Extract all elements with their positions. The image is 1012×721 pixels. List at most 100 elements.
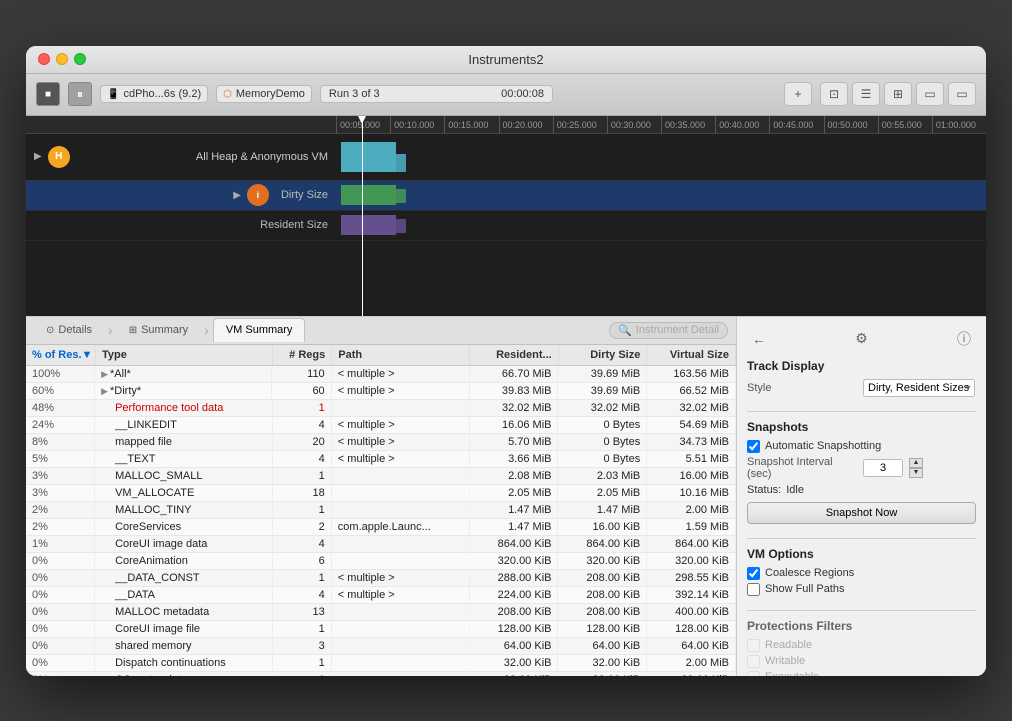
table-body: 100% ▶*All* 110 < multiple > 66.70 MiB 3… — [26, 366, 736, 676]
snapshot-now-button[interactable]: Snapshot Now — [747, 502, 976, 524]
td-resident: 2.05 MiB — [470, 485, 559, 501]
playhead[interactable] — [362, 116, 363, 316]
coalesce-row: Coalesce Regions — [747, 567, 976, 580]
traffic-lights — [38, 53, 86, 65]
search-box[interactable]: 🔍 Instrument Detail — [609, 322, 728, 339]
table-row[interactable]: 0% CG raster data 1 32.00 KiB 32.00 KiB … — [26, 672, 736, 676]
view-btn-4[interactable]: ▭ — [916, 82, 944, 106]
track-canvas-heap — [336, 134, 986, 180]
table-row[interactable]: 0% CoreAnimation 6 320.00 KiB 320.00 KiB… — [26, 553, 736, 570]
view-btn-2[interactable]: ☰ — [852, 82, 880, 106]
pause-button[interactable]: ⏸ — [68, 82, 92, 106]
td-virtual: 16.00 MiB — [647, 468, 736, 484]
td-type: MALLOC metadata — [95, 604, 272, 620]
ruler-mark: 00:25.000 — [553, 116, 607, 134]
divider-1 — [747, 411, 976, 412]
th-virtual[interactable]: Virtual Size — [647, 345, 736, 365]
add-instrument-button[interactable]: + — [784, 82, 812, 106]
track-expand-icon[interactable]: ▶ — [34, 151, 42, 162]
table-row[interactable]: 0% __DATA 4 < multiple > 224.00 KiB 208.… — [26, 587, 736, 604]
track-row-heap[interactable]: ▶ H All Heap & Anonymous VM — [26, 134, 986, 181]
table-row[interactable]: 1% CoreUI image data 4 864.00 KiB 864.00… — [26, 536, 736, 553]
minimize-button[interactable] — [56, 53, 68, 65]
data-table: % of Res.▼ Type # Regs Path Resident... … — [26, 345, 736, 676]
sidebar-icon-info[interactable]: ⓘ — [952, 327, 976, 351]
td-regs: 18 — [273, 485, 332, 501]
th-resident[interactable]: Resident... — [470, 345, 559, 365]
table-row[interactable]: 3% MALLOC_SMALL 1 2.08 MiB 2.03 MiB 16.0… — [26, 468, 736, 485]
table-row[interactable]: 0% __DATA_CONST 1 < multiple > 288.00 Ki… — [26, 570, 736, 587]
maximize-button[interactable] — [74, 53, 86, 65]
table-row[interactable]: 2% MALLOC_TINY 1 1.47 MiB 1.47 MiB 2.00 … — [26, 502, 736, 519]
table-row[interactable]: 3% VM_ALLOCATE 18 2.05 MiB 2.05 MiB 10.1… — [26, 485, 736, 502]
tab-summary[interactable]: ⊞ Summary — [117, 318, 200, 342]
table-row[interactable]: 60% ▶*Dirty* 60 < multiple > 39.83 MiB 3… — [26, 383, 736, 400]
td-type: MALLOC_SMALL — [95, 468, 272, 484]
stepper-down[interactable]: ▼ — [909, 468, 923, 478]
td-type: CoreServices — [95, 519, 272, 535]
th-pct[interactable]: % of Res.▼ — [26, 345, 96, 365]
table-row[interactable]: 0% shared memory 3 64.00 KiB 64.00 KiB 6… — [26, 638, 736, 655]
auto-snapshot-checkbox[interactable] — [747, 440, 760, 453]
table-row[interactable]: 8% mapped file 20 < multiple > 5.70 MiB … — [26, 434, 736, 451]
style-select[interactable]: Dirty, Resident Sizes — [863, 379, 975, 397]
executable-checkbox[interactable] — [747, 671, 760, 676]
ruler-mark: 00:45.000 — [769, 116, 823, 134]
table-row[interactable]: 48% Performance tool data 1 32.02 MiB 32… — [26, 400, 736, 417]
th-dirty[interactable]: Dirty Size — [559, 345, 648, 365]
td-dirty: 1.47 MiB — [558, 502, 647, 518]
view-btn-3[interactable]: ⊞ — [884, 82, 912, 106]
sidebar-icon-back[interactable]: ← — [747, 327, 771, 351]
timeline-ruler: 00:05.000 00:10.000 00:15.000 00:20.000 … — [26, 116, 986, 134]
track-icon-heap: H — [48, 146, 70, 168]
coalesce-checkbox[interactable] — [747, 567, 760, 580]
td-resident: 32.00 KiB — [470, 655, 559, 671]
td-pct: 0% — [26, 638, 95, 654]
td-pct: 0% — [26, 587, 95, 603]
status-value: Idle — [786, 484, 804, 496]
stop-button[interactable]: ■ — [36, 82, 60, 106]
td-path — [332, 406, 470, 410]
td-resident: 1.47 MiB — [470, 519, 559, 535]
table-row[interactable]: 0% MALLOC metadata 13 208.00 KiB 208.00 … — [26, 604, 736, 621]
tab-details[interactable]: ⊙ Details — [34, 318, 104, 342]
search-icon: 🔍 — [618, 324, 632, 337]
close-button[interactable] — [38, 53, 50, 65]
device-selector[interactable]: 📱 cdPho...6s (9.2) — [100, 85, 208, 103]
th-type[interactable]: Type — [96, 345, 273, 365]
table-row[interactable]: 100% ▶*All* 110 < multiple > 66.70 MiB 3… — [26, 366, 736, 383]
table-row[interactable]: 0% CoreUI image file 1 128.00 KiB 128.00… — [26, 621, 736, 638]
td-regs: 4 — [273, 451, 332, 467]
main-content: ⊙ Details › ⊞ Summary › VM Summary 🔍 Ins… — [26, 317, 736, 676]
table-row[interactable]: 2% CoreServices 2 com.apple.Launc... 1.4… — [26, 519, 736, 536]
readable-checkbox[interactable] — [747, 639, 760, 652]
td-virtual: 298.55 KiB — [647, 570, 736, 586]
view-btn-1[interactable]: ⊡ — [820, 82, 848, 106]
th-path[interactable]: Path — [332, 345, 470, 365]
writable-checkbox[interactable] — [747, 655, 760, 668]
table-row[interactable]: 5% __TEXT 4 < multiple > 3.66 MiB 0 Byte… — [26, 451, 736, 468]
track-name-heap: All Heap & Anonymous VM — [76, 151, 328, 163]
table-row[interactable]: 0% Dispatch continuations 1 32.00 KiB 32… — [26, 655, 736, 672]
style-select-wrapper: Dirty, Resident Sizes — [863, 379, 976, 397]
view-btn-5[interactable]: ▭ — [948, 82, 976, 106]
sidebar-icon-gear[interactable]: ⚙ — [850, 327, 874, 351]
tab-vm-summary[interactable]: VM Summary — [213, 318, 306, 342]
track-row-resident[interactable]: Resident Size — [26, 211, 986, 241]
stepper-up[interactable]: ▲ — [909, 458, 923, 468]
app-selector[interactable]: ⬡ MemoryDemo — [216, 85, 312, 103]
td-virtual: 10.16 MiB — [647, 485, 736, 501]
th-regs[interactable]: # Regs — [273, 345, 332, 365]
table-header: % of Res.▼ Type # Regs Path Resident... … — [26, 345, 736, 366]
table-row[interactable]: 24% __LINKEDIT 4 < multiple > 16.06 MiB … — [26, 417, 736, 434]
track-expand-icon-dirty[interactable]: ▶ — [233, 190, 241, 201]
interval-input[interactable] — [863, 459, 903, 477]
td-type: Performance tool data — [95, 400, 272, 416]
full-paths-checkbox[interactable] — [747, 583, 760, 596]
track-row-dirty[interactable]: ▶ i Dirty Size — [26, 181, 986, 211]
td-resident: 128.00 KiB — [470, 621, 559, 637]
td-type: VM_ALLOCATE — [95, 485, 272, 501]
td-virtual: 34.73 MiB — [647, 434, 736, 450]
td-virtual: 864.00 KiB — [647, 536, 736, 552]
device-label: cdPho...6s (9.2) — [123, 88, 201, 100]
